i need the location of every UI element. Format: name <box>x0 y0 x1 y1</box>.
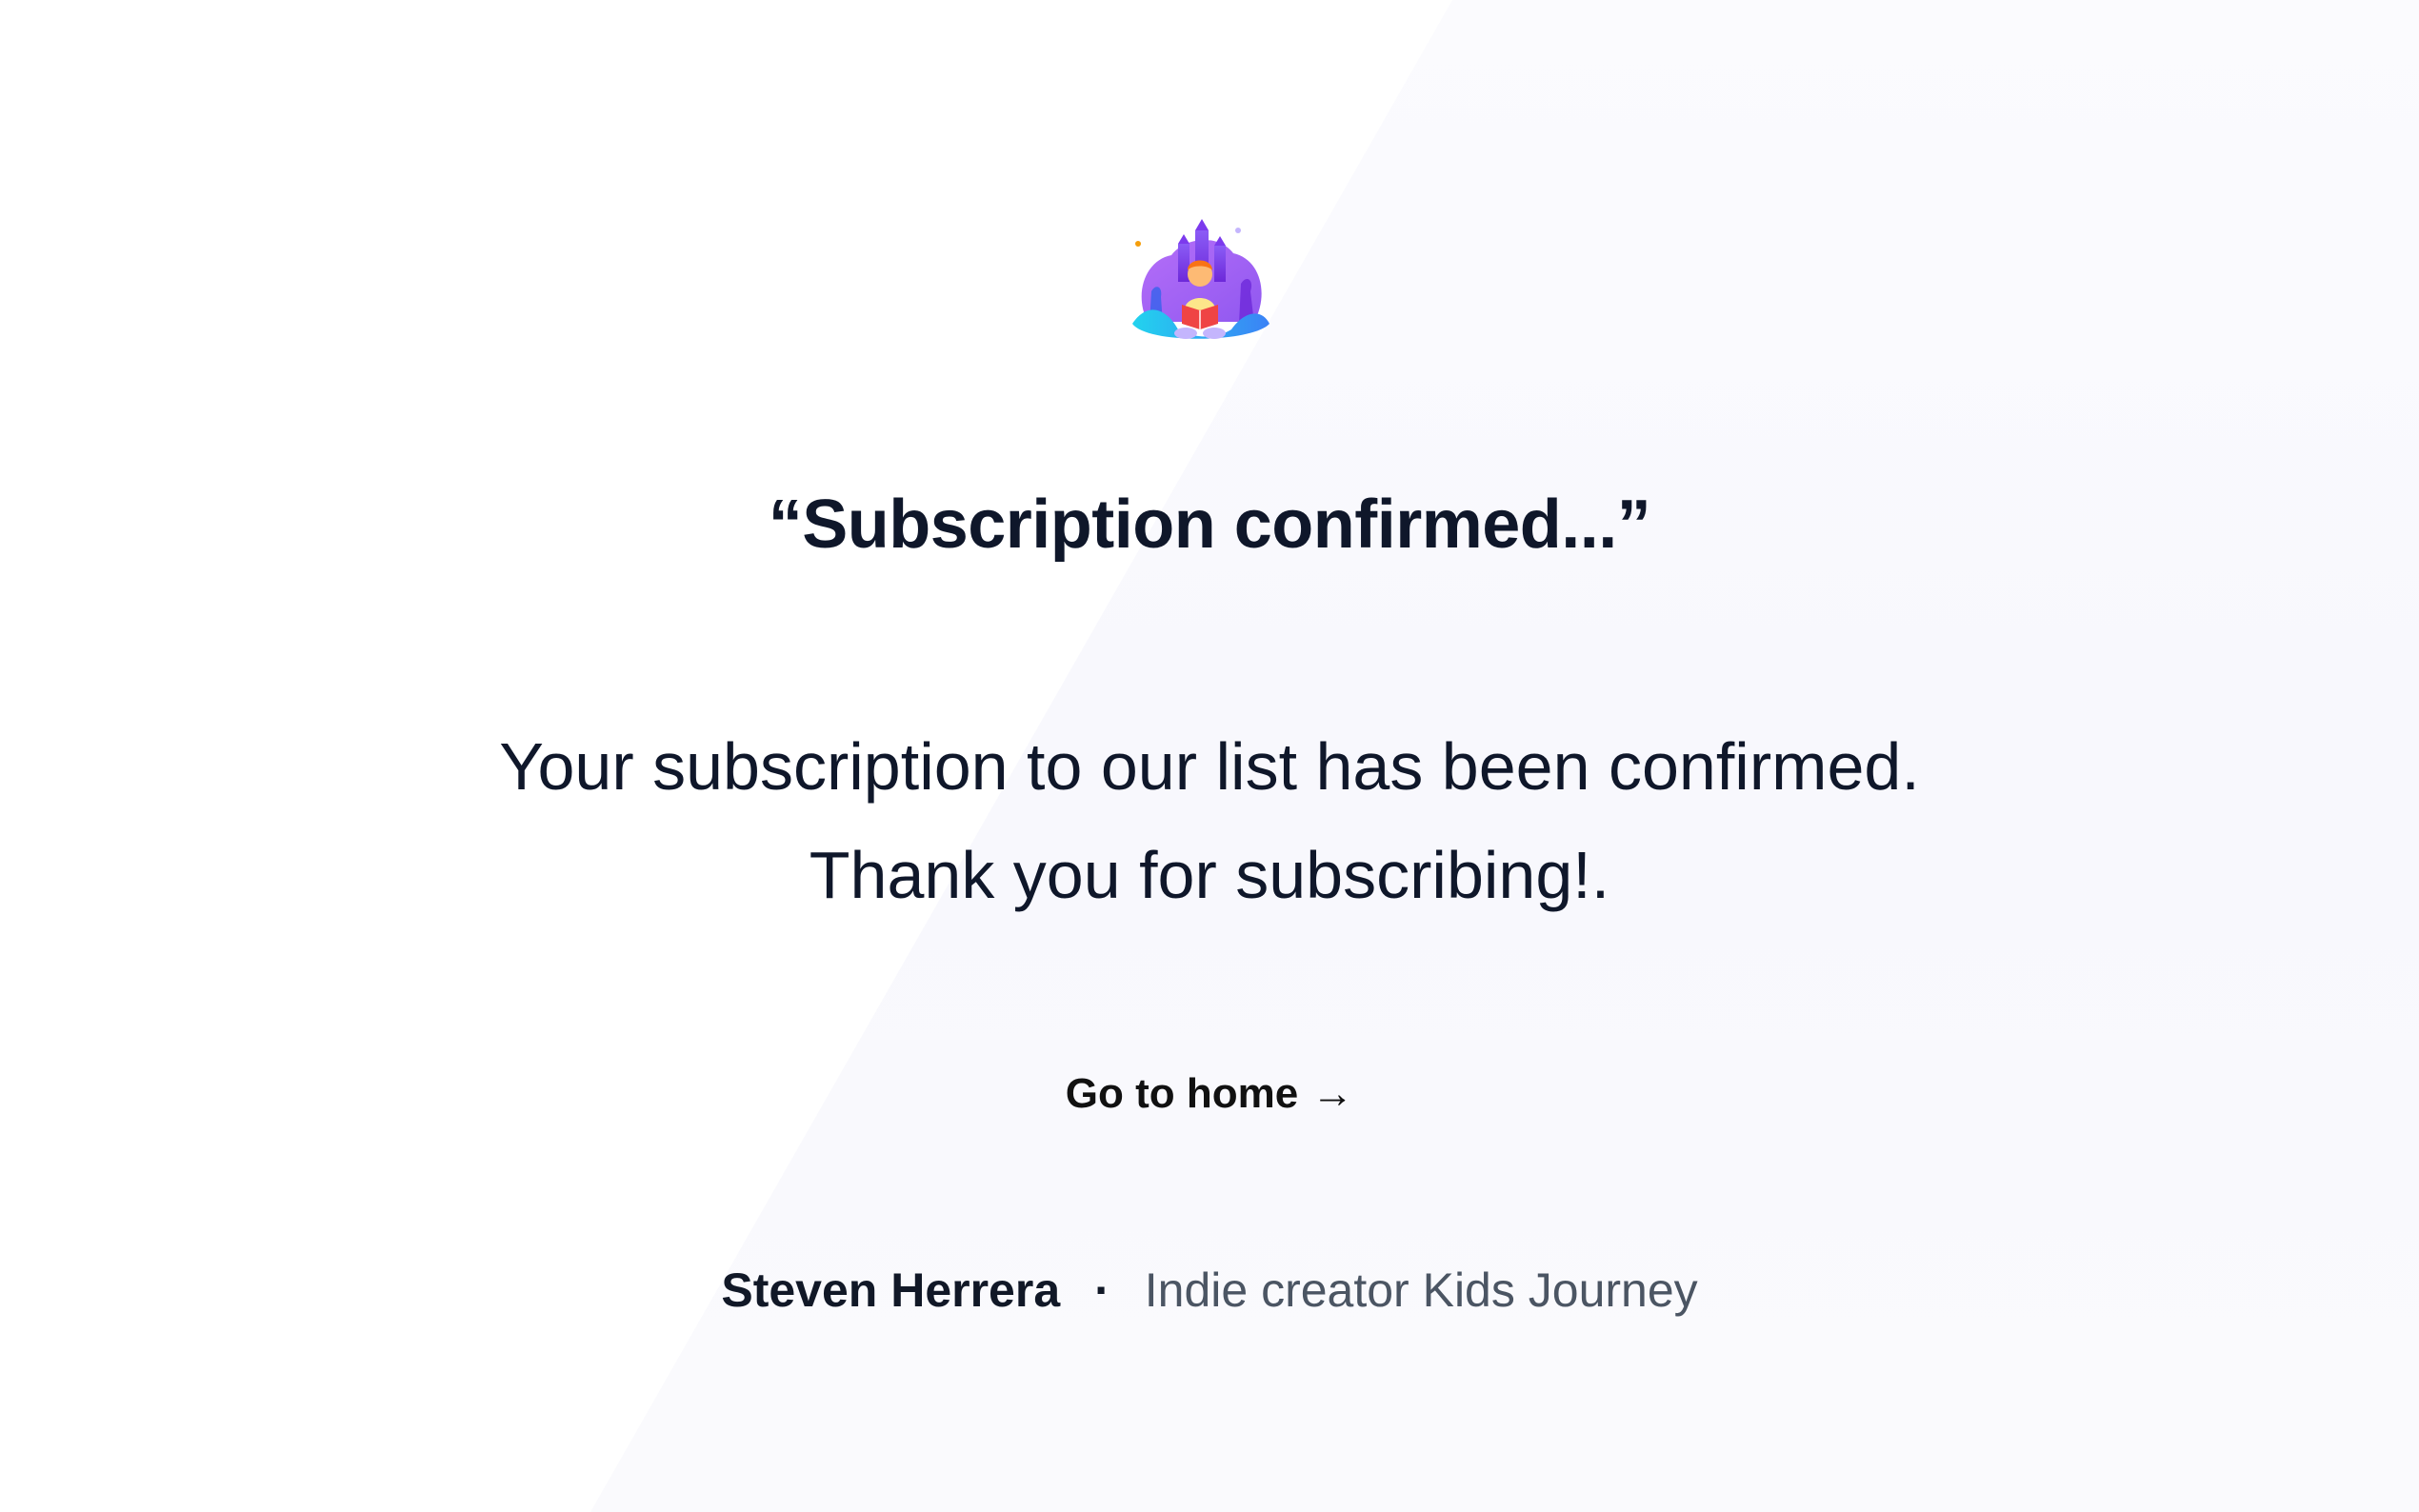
go-to-home-link-container: Go to home → <box>0 1070 2419 1118</box>
main-content: “Subscription confirmed...” Your subscri… <box>0 0 2419 1512</box>
separator-dot: · <box>1094 1263 1110 1317</box>
author-name: Steven Herrera <box>721 1263 1061 1317</box>
arrow-right-icon: → <box>1311 1070 1354 1117</box>
page-title: “Subscription confirmed...” <box>768 487 1651 563</box>
go-to-home-link[interactable]: Go to home → <box>1066 1070 1353 1118</box>
kids-reading-castle-logo <box>1132 219 1269 339</box>
author-credit: Steven Herrera · Indie creator Kids Journe… <box>0 1263 2419 1318</box>
confirmation-page: “Subscription confirmed...” Your subscri… <box>0 0 2419 1512</box>
confirmation-message: Your subscription to our list has been c… <box>0 712 2419 929</box>
confirmation-message-line-1: Your subscription to our list has been c… <box>499 729 1920 804</box>
confirmation-message-line-2: Thank you for subscribing!. <box>809 838 1610 912</box>
go-to-home-label: Go to home <box>1065 1070 1299 1117</box>
author-role: Indie creator Kids Journey <box>1144 1263 1698 1317</box>
